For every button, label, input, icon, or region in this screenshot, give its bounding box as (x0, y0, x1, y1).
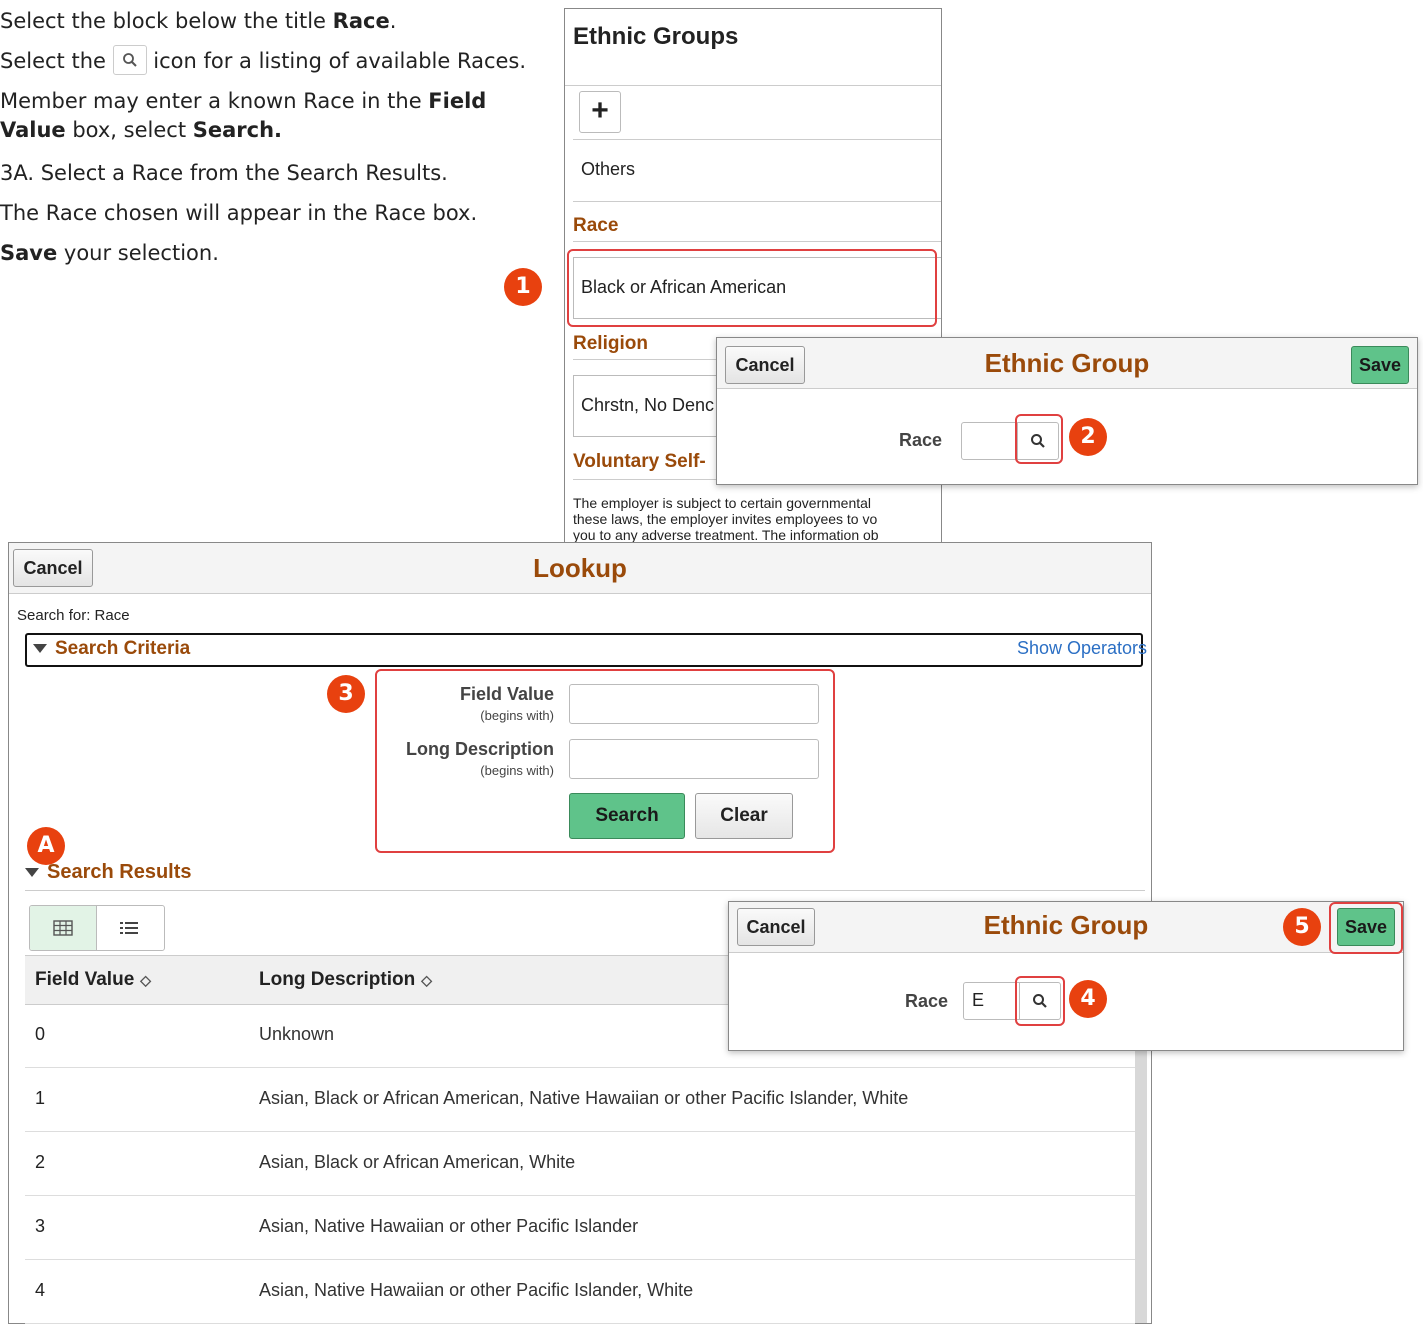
instruction-step-4: The Race chosen will appear in the Race … (0, 201, 478, 225)
instruction-step-3a: Member may enter a known Race in the Fie… (0, 89, 487, 113)
field-value-label: Field Value (459, 684, 554, 704)
plus-icon: + (591, 94, 609, 127)
cell-long-description: Asian, Native Hawaiian or other Pacific … (259, 1216, 639, 1236)
cell-long-description: Unknown (259, 1024, 335, 1044)
column-header-field-value[interactable]: Field Value ◇ (35, 969, 151, 991)
sort-icon: ◇ (421, 972, 433, 988)
divider (573, 241, 941, 242)
step-badge-5: 5 (1283, 908, 1321, 946)
lookup-highlight (1015, 414, 1063, 464)
race-heading: Race (573, 215, 619, 236)
cell-field-value: 0 (35, 1024, 46, 1044)
voluntary-heading: Voluntary Self- (573, 451, 706, 472)
divider (25, 890, 1145, 891)
field-value-sublabel: (begins with) (480, 708, 554, 723)
search-button[interactable]: Search (569, 793, 685, 839)
grid-icon (53, 920, 73, 936)
race-label: Race (899, 430, 943, 450)
ethnic-group-dialog-filled: Cancel Ethnic Group Save 5 Race E 4 (728, 901, 1404, 1051)
save-highlight (1329, 902, 1403, 954)
lookup-highlight (1015, 976, 1065, 1026)
search-results-toggle[interactable]: Search Results (25, 861, 192, 884)
grid-view-button[interactable] (30, 906, 97, 950)
column-header-long-description[interactable]: Long Description ◇ (259, 969, 432, 991)
list-view-button[interactable] (97, 906, 163, 950)
cell-field-value: 3 (35, 1216, 46, 1236)
religion-value: Chrstn, No Denc (581, 395, 715, 415)
race-label: Race (905, 991, 949, 1011)
dialog-title: Ethnic Group (984, 348, 1150, 378)
cell-field-value: 4 (35, 1280, 46, 1300)
table-row[interactable]: 4 Asian, Native Hawaiian or other Pacifi… (25, 1260, 1135, 1324)
ethnic-groups-panel: Ethnic Groups + Others Race Black or Afr… (564, 8, 942, 570)
divider (565, 85, 941, 86)
step-badge-A: A (27, 827, 65, 865)
cell-long-description: Asian, Black or African American, White (259, 1152, 576, 1172)
step-badge-2: 2 (1069, 418, 1107, 456)
lookup-title: Lookup (533, 553, 627, 583)
add-button[interactable]: + (579, 91, 621, 133)
ethnic-group-dialog: Cancel Ethnic Group Save Race 2 (716, 337, 1418, 485)
race-highlight (567, 249, 937, 327)
step-badge-3: 3 (327, 675, 365, 713)
field-value-input[interactable] (569, 684, 819, 724)
divider (573, 139, 941, 140)
search-criteria-toggle[interactable]: Search Criteria (33, 638, 190, 660)
collapse-triangle-icon (33, 644, 47, 654)
divider (573, 201, 941, 202)
collapse-triangle-icon (25, 868, 39, 878)
others-text: Others (581, 159, 636, 179)
cell-long-description: Asian, Black or African American, Native… (259, 1088, 909, 1108)
search-criteria-bar[interactable]: Search Criteria Show Operators (25, 633, 1147, 667)
view-toggle (29, 905, 165, 951)
table-row[interactable]: 2 Asian, Black or African American, Whit… (25, 1132, 1135, 1196)
cell-field-value: 1 (35, 1088, 46, 1108)
race-input-value: E (972, 990, 985, 1010)
results-scrollbar[interactable] (1135, 1003, 1147, 1323)
long-description-label: Long Description (406, 739, 554, 759)
instruction-step-3b: Value box, select Search. (0, 118, 283, 142)
sort-icon: ◇ (140, 972, 152, 988)
voluntary-text: The employer is subject to certain gover… (573, 495, 879, 543)
clear-button[interactable]: Clear (695, 793, 793, 839)
search-icon (112, 45, 147, 75)
instruction-step-2: Select the icon for a listing of availab… (0, 45, 526, 77)
instruction-step-3A: 3A. Select a Race from the Search Result… (0, 161, 448, 185)
search-for-text: Search for: Race (17, 607, 130, 624)
list-icon (120, 922, 138, 934)
cell-field-value: 2 (35, 1152, 46, 1172)
religion-heading: Religion (573, 333, 648, 354)
table-row[interactable]: 1 Asian, Black or African American, Nati… (25, 1068, 1135, 1132)
show-operators-link[interactable]: Show Operators (1017, 638, 1147, 659)
panel-title: Ethnic Groups (573, 23, 739, 50)
long-description-sublabel: (begins with) (480, 763, 554, 778)
cell-long-description: Asian, Native Hawaiian or other Pacific … (259, 1280, 694, 1300)
table-row[interactable]: 3 Asian, Native Hawaiian or other Pacifi… (25, 1196, 1135, 1260)
instruction-step-5: Save your selection. (0, 241, 219, 265)
save-button[interactable]: Save (1351, 346, 1409, 384)
long-description-input[interactable] (569, 739, 819, 779)
step-badge-4: 4 (1069, 980, 1107, 1018)
step-badge-1: 1 (504, 268, 542, 306)
instruction-step-1: Select the block below the title Race. (0, 9, 397, 33)
